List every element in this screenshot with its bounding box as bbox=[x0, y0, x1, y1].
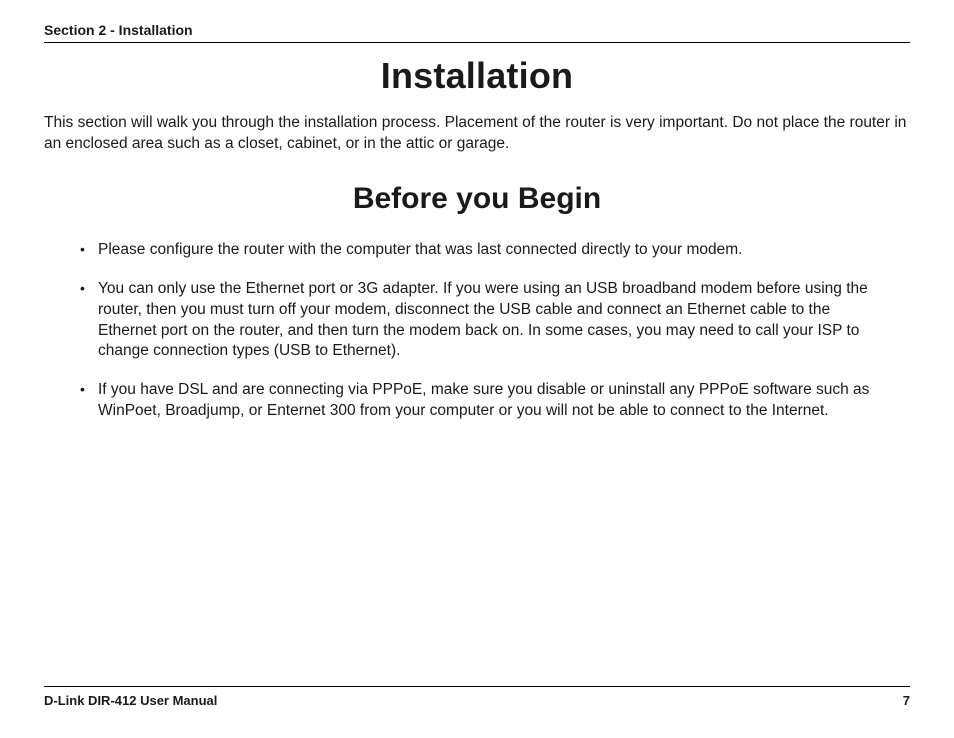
footer-page-number: 7 bbox=[903, 693, 910, 708]
intro-paragraph: This section will walk you through the i… bbox=[44, 113, 910, 154]
section-label: Section 2 - Installation bbox=[44, 22, 910, 38]
bullet-list: Please configure the router with the com… bbox=[44, 240, 910, 421]
footer: D-Link DIR-412 User Manual 7 bbox=[44, 686, 910, 708]
list-item: You can only use the Ethernet port or 3G… bbox=[80, 279, 890, 362]
list-item: Please configure the router with the com… bbox=[80, 240, 890, 261]
footer-manual-name: D-Link DIR-412 User Manual bbox=[44, 693, 217, 708]
sub-title: Before you Begin bbox=[44, 182, 910, 216]
page-content: Section 2 - Installation Installation Th… bbox=[0, 0, 954, 422]
header-rule-block: Section 2 - Installation bbox=[44, 22, 910, 43]
list-item: If you have DSL and are connecting via P… bbox=[80, 380, 890, 422]
main-title: Installation bbox=[44, 55, 910, 97]
